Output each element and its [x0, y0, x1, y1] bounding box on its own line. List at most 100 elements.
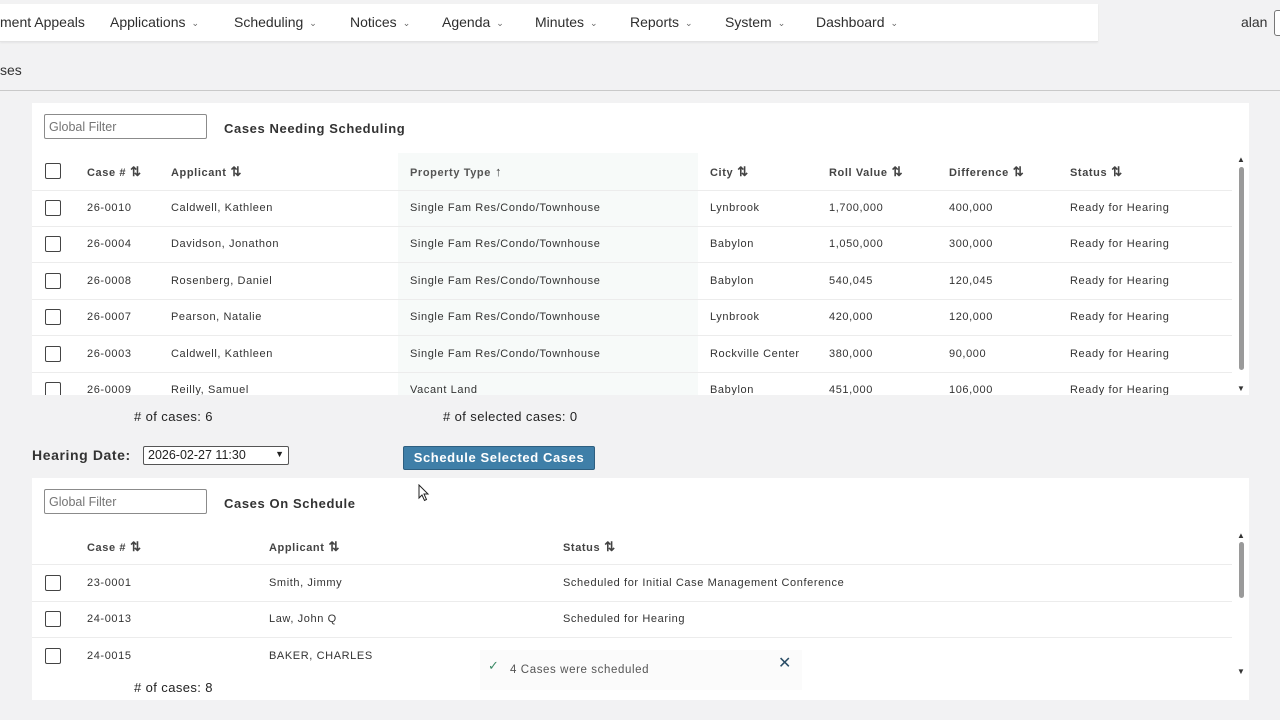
nav-item-notices[interactable]: Notices ⌄: [350, 14, 410, 30]
roll-value: 540,045: [829, 275, 873, 287]
column-header-status[interactable]: Status ⇅: [563, 539, 616, 555]
row-checkbox[interactable]: [45, 611, 61, 627]
chevron-down-icon: ⌄: [685, 18, 693, 28]
column-header-case[interactable]: Case # ⇅: [87, 539, 142, 555]
property-type: Single Fam Res/Condo/Townhouse: [410, 202, 601, 214]
nav-item-scheduling[interactable]: Scheduling ⌄: [234, 14, 317, 30]
status: Ready for Hearing: [1070, 311, 1170, 323]
status: Ready for Hearing: [1070, 384, 1170, 395]
difference: 400,000: [949, 202, 993, 214]
row-checkbox[interactable]: [45, 200, 61, 216]
nav-item-reports[interactable]: Reports ⌄: [630, 14, 693, 30]
applicant: Caldwell, Kathleen: [171, 202, 273, 214]
column-header-case[interactable]: Case # ⇅: [87, 164, 142, 180]
row-checkbox[interactable]: [45, 346, 61, 362]
row-divider: [32, 335, 1232, 336]
user-menu-button[interactable]: [1274, 10, 1280, 36]
row-checkbox[interactable]: [45, 575, 61, 591]
scroll-up-icon[interactable]: ▲: [1237, 531, 1245, 540]
property-type: Vacant Land: [410, 384, 478, 395]
column-header-applicant[interactable]: Applicant ⇅: [171, 164, 242, 180]
row-divider: [32, 190, 1232, 191]
roll-value: 1,050,000: [829, 238, 884, 250]
applicant: Rosenberg, Daniel: [171, 275, 273, 287]
roll-value: 451,000: [829, 384, 873, 395]
case-number: 24-0015: [87, 650, 132, 662]
sort-icon: ⇅: [130, 164, 142, 179]
nav-item-dashboard[interactable]: Dashboard ⌄: [816, 14, 898, 30]
property-type: Single Fam Res/Condo/Townhouse: [410, 238, 601, 250]
status: Ready for Hearing: [1070, 202, 1170, 214]
row-divider: [32, 601, 1232, 602]
nav-item-system[interactable]: System ⌄: [725, 14, 785, 30]
global-filter-input[interactable]: [44, 114, 207, 139]
vertical-scrollbar[interactable]: [1239, 167, 1244, 370]
property-type: Single Fam Res/Condo/Townhouse: [410, 348, 601, 360]
property-type: Single Fam Res/Condo/Townhouse: [410, 275, 601, 287]
hearing-date-value: 2026-02-27 11:30: [148, 448, 246, 462]
row-checkbox[interactable]: [45, 382, 61, 395]
schedule-selected-cases-button[interactable]: Schedule Selected Cases: [403, 446, 595, 470]
column-header-property-type[interactable]: Property Type ↑: [410, 164, 502, 179]
selected-case-count: # of selected cases: 0: [443, 409, 578, 424]
chevron-down-icon: ⌄: [496, 18, 504, 28]
case-count: # of cases: 6: [134, 409, 213, 424]
applicant: Law, John Q: [269, 613, 337, 625]
scroll-down-icon[interactable]: ▼: [1237, 667, 1245, 676]
column-header-roll-value[interactable]: Roll Value ⇅: [829, 164, 903, 180]
column-header-city[interactable]: City ⇅: [710, 164, 749, 180]
hearing-date-select[interactable]: 2026-02-27 11:30 ▼: [143, 446, 289, 465]
city: Lynbrook: [710, 202, 760, 214]
status: Ready for Hearing: [1070, 275, 1170, 287]
row-checkbox[interactable]: [45, 648, 61, 664]
city: Babylon: [710, 384, 754, 395]
row-divider: [32, 299, 1232, 300]
case-count: # of cases: 8: [134, 680, 213, 695]
column-header-applicant[interactable]: Applicant ⇅: [269, 539, 340, 555]
chevron-down-icon: ⌄: [191, 18, 200, 28]
panel-title: Cases Needing Scheduling: [224, 121, 406, 136]
status: Scheduled for Initial Case Management Co…: [563, 577, 845, 589]
applicant: Pearson, Natalie: [171, 311, 262, 323]
nav-item-agenda[interactable]: Agenda ⌄: [442, 14, 504, 30]
close-icon[interactable]: ✕: [778, 653, 791, 673]
case-number: 24-0013: [87, 613, 132, 625]
toast-notification: ✓ 4 Cases were scheduled ✕: [480, 650, 802, 690]
row-divider: [32, 564, 1232, 565]
chevron-down-icon: ⌄: [777, 18, 786, 28]
applicant: Davidson, Jonathon: [171, 238, 280, 250]
vertical-scrollbar[interactable]: [1239, 542, 1244, 598]
case-number: 23-0001: [87, 577, 132, 589]
status: Scheduled for Hearing: [563, 613, 686, 625]
nav-item-minutes[interactable]: Minutes ⌄: [535, 14, 598, 30]
difference: 106,000: [949, 384, 993, 395]
cases-needing-scheduling-panel: Cases Needing Scheduling Case #⇅ Applica…: [32, 103, 1249, 395]
global-filter-input[interactable]: [44, 489, 207, 514]
nav-item-assessment-appeals[interactable]: ment Appeals: [0, 14, 85, 30]
property-type: Single Fam Res/Condo/Townhouse: [410, 311, 601, 323]
column-header-difference[interactable]: Difference ⇅: [949, 164, 1024, 180]
scroll-down-icon[interactable]: ▼: [1237, 384, 1245, 393]
user-name[interactable]: alan: [1241, 14, 1267, 30]
row-divider: [32, 226, 1232, 227]
row-divider: [32, 262, 1232, 263]
top-nav: ment Appeals Applications ⌄ Scheduling ⌄ N…: [0, 4, 1098, 42]
applicant: Reilly, Samuel: [171, 384, 249, 395]
row-checkbox[interactable]: [45, 309, 61, 325]
sort-icon: ⇅: [604, 539, 616, 554]
scroll-up-icon[interactable]: ▲: [1237, 155, 1245, 164]
nav-item-applications[interactable]: Applications ⌄: [110, 14, 199, 30]
applicant: BAKER, CHARLES: [269, 650, 373, 662]
city: Babylon: [710, 275, 754, 287]
roll-value: 1,700,000: [829, 202, 884, 214]
select-all-checkbox[interactable]: [45, 163, 61, 179]
chevron-down-icon: ▼: [275, 449, 284, 459]
chevron-down-icon: ⌄: [309, 18, 317, 28]
row-checkbox[interactable]: [45, 273, 61, 289]
row-checkbox[interactable]: [45, 236, 61, 252]
check-icon: ✓: [488, 658, 499, 673]
column-header-status[interactable]: Status ⇅: [1070, 164, 1123, 180]
status: Ready for Hearing: [1070, 348, 1170, 360]
table-row[interactable]: 26-0009 Reilly, Samuel Vacant Land Babyl…: [32, 373, 1232, 395]
sort-icon: ⇅: [328, 539, 341, 554]
